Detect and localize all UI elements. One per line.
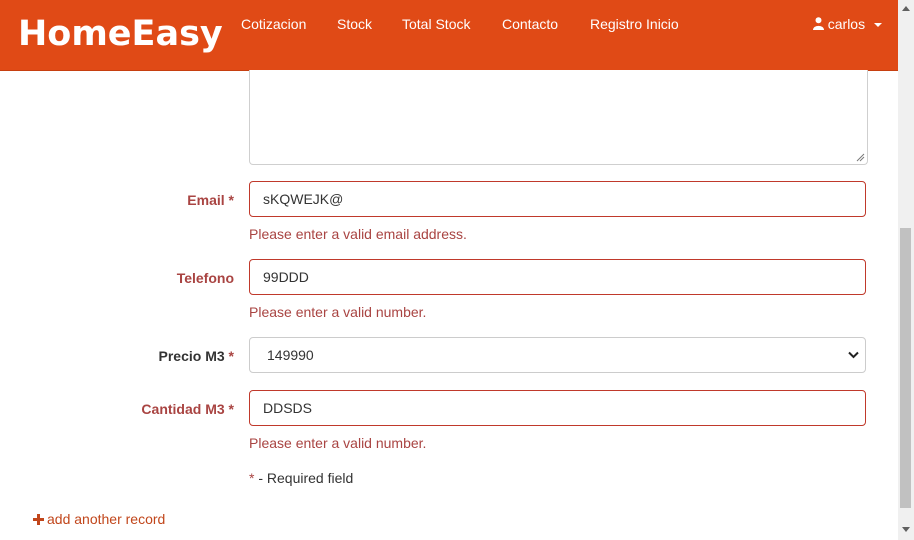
plus-icon	[33, 514, 44, 525]
precio-label: Precio M3 *	[158, 348, 234, 364]
nav-item-contacto[interactable]: Contacto	[502, 16, 558, 32]
scrollbar-thumb[interactable]	[900, 228, 911, 508]
cantidad-field[interactable]: DDSDS	[249, 390, 866, 426]
telefono-field[interactable]: 99DDD	[249, 259, 866, 295]
email-label: Email *	[187, 192, 234, 208]
scroll-up-arrow-icon[interactable]	[902, 6, 910, 11]
user-menu[interactable]: carlos	[812, 16, 882, 32]
required-field-note: * - Required field	[249, 470, 354, 486]
telefono-error: Please enter a valid number.	[249, 304, 427, 320]
add-record-link[interactable]: add another record	[33, 511, 165, 527]
textarea-field[interactable]	[249, 70, 868, 165]
chevron-down-icon	[874, 23, 882, 27]
brand-logo[interactable]: HomeEasy	[18, 14, 223, 54]
cantidad-label: Cantidad M3 *	[141, 401, 234, 417]
email-error: Please enter a valid email address.	[249, 226, 467, 242]
user-name: carlos	[827, 16, 866, 32]
precio-select[interactable]: 149990	[249, 337, 866, 373]
resize-grip-icon[interactable]	[856, 153, 865, 162]
precio-selected-value: 149990	[267, 347, 314, 363]
nav-item-stock[interactable]: Stock	[337, 16, 372, 32]
email-field[interactable]: sKQWEJK@	[249, 181, 866, 217]
nav-item-cotizacion[interactable]: Cotizacion	[241, 16, 306, 32]
cantidad-error: Please enter a valid number.	[249, 435, 427, 451]
nav-item-total-stock[interactable]: Total Stock	[402, 16, 470, 32]
telefono-label: Telefono	[176, 270, 234, 286]
scroll-down-arrow-icon[interactable]	[902, 527, 910, 532]
user-icon	[812, 17, 824, 30]
chevron-down-icon	[848, 351, 859, 359]
top-navbar: HomeEasy Cotizacion Stock Total Stock Co…	[0, 0, 898, 71]
vertical-scrollbar[interactable]	[898, 0, 914, 540]
nav-item-registro-inicio[interactable]: Registro Inicio	[590, 16, 679, 32]
